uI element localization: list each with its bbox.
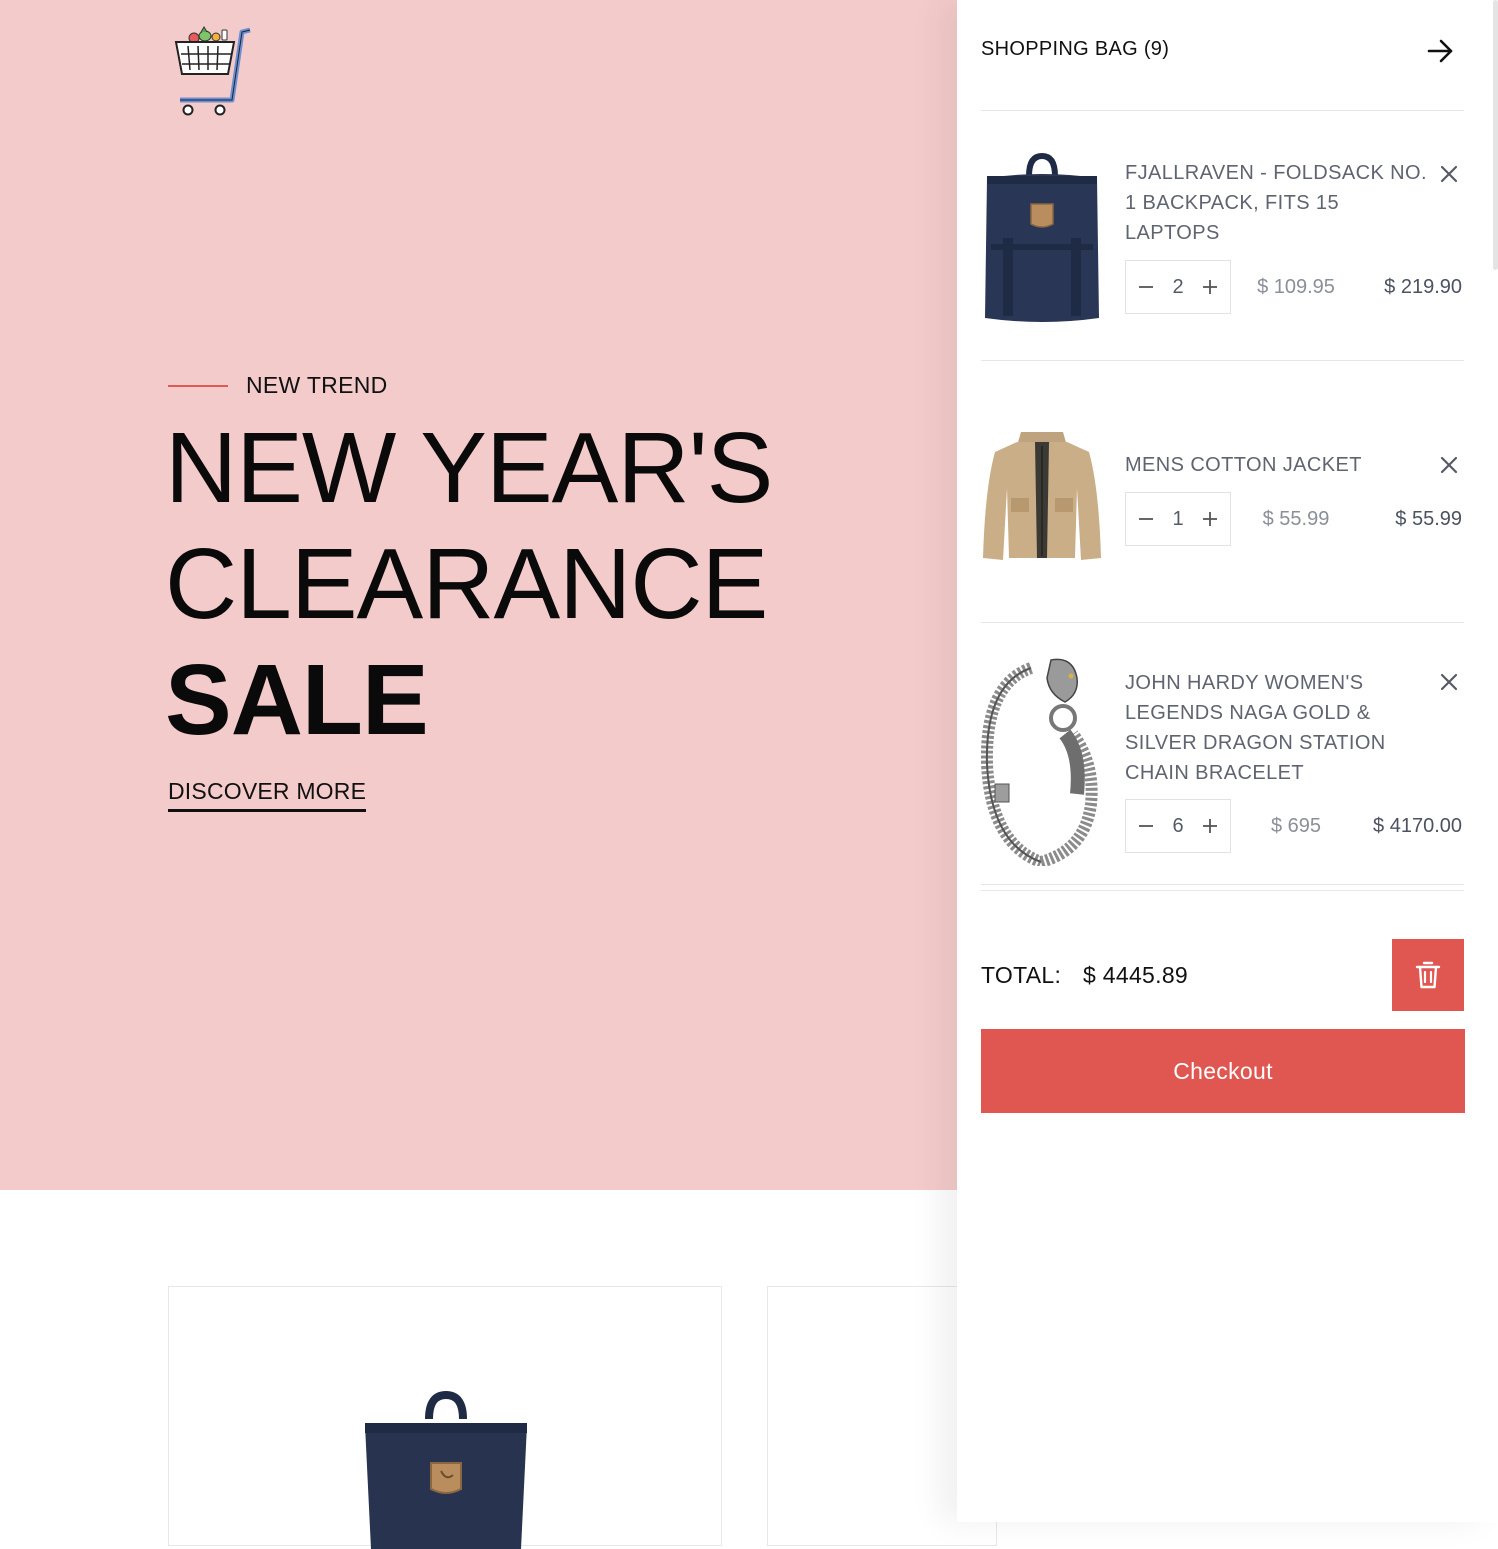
minus-icon[interactable]: [1134, 507, 1158, 531]
hero-headline: NEW YEAR'S CLEARANCE SALE: [165, 410, 773, 758]
eyebrow-row: NEW TREND: [168, 372, 388, 399]
quantity-stepper: 6: [1125, 799, 1231, 853]
arrow-right-icon[interactable]: [1423, 34, 1457, 68]
item-name: MENS COTTON JACKET: [1125, 454, 1362, 476]
quantity-value[interactable]: 1: [1172, 508, 1183, 531]
plus-icon[interactable]: [1198, 507, 1222, 531]
unit-price: $ 695: [1270, 815, 1322, 837]
item-name: JOHN HARDY WOMEN'S LEGENDS NAGA GOLD & S…: [1125, 672, 1386, 784]
plus-icon[interactable]: [1198, 275, 1222, 299]
divider: [981, 622, 1464, 623]
discover-more-link[interactable]: DISCOVER MORE: [168, 778, 367, 812]
headline-line-1: NEW YEAR'S: [165, 412, 773, 524]
bracelet-image: [981, 658, 1098, 866]
plus-icon[interactable]: [1198, 814, 1222, 838]
remove-item-icon[interactable]: [1437, 453, 1461, 477]
remove-item-icon[interactable]: [1437, 670, 1461, 694]
shopping-cart-logo[interactable]: [172, 24, 254, 118]
quantity-stepper: 1: [1125, 492, 1231, 546]
cart-title: SHOPPING BAG (9): [981, 38, 1170, 60]
divider: [981, 110, 1464, 111]
jacket-image: [983, 432, 1101, 560]
minus-icon[interactable]: [1134, 275, 1158, 299]
unit-price: $ 109.95: [1257, 276, 1335, 298]
line-total: $ 55.99: [1395, 508, 1462, 530]
cart-drawer: SHOPPING BAG (9) FJALLRAVEN - FOLDSACK N…: [957, 0, 1498, 1522]
line-total: $ 219.90: [1384, 276, 1462, 298]
backpack-image: [985, 152, 1099, 322]
cart-item: FJALLRAVEN - FOLDSACK NO. 1 BACKPACK, FI…: [981, 140, 1464, 330]
backpack-image: [365, 1390, 527, 1549]
cart-item: JOHN HARDY WOMEN'S LEGENDS NAGA GOLD & S…: [981, 650, 1464, 870]
minus-icon[interactable]: [1134, 814, 1158, 838]
divider: [981, 360, 1464, 361]
total-label: TOTAL:: [981, 962, 1062, 988]
quantity-value[interactable]: 6: [1172, 815, 1183, 838]
eyebrow-text: NEW TREND: [246, 372, 388, 398]
scrollbar[interactable]: [1493, 0, 1498, 270]
quantity-value[interactable]: 2: [1172, 276, 1183, 299]
total-value: $ 4445.89: [1083, 962, 1189, 988]
trash-icon: [1415, 961, 1441, 989]
headline-line-3: SALE: [165, 644, 429, 756]
quantity-stepper: 2: [1125, 260, 1231, 314]
unit-price: $ 55.99: [1262, 508, 1330, 530]
hero-banner: NEW TREND NEW YEAR'S CLEARANCE SALE DISC…: [0, 0, 957, 1190]
headline-line-2: CLEARANCE: [165, 528, 768, 640]
divider: [981, 890, 1464, 891]
divider: [981, 884, 1464, 885]
product-card[interactable]: [168, 1286, 722, 1549]
line-total: $ 4170.00: [1373, 815, 1462, 837]
item-name: FJALLRAVEN - FOLDSACK NO. 1 BACKPACK, FI…: [1125, 162, 1427, 244]
clear-cart-button[interactable]: [1392, 939, 1464, 1011]
checkout-button[interactable]: Checkout: [981, 1029, 1465, 1113]
cart-item: MENS COTTON JACKET 1 $ 55.99 $ 55.99: [981, 420, 1464, 580]
accent-line: [168, 384, 228, 387]
remove-item-icon[interactable]: [1437, 162, 1461, 186]
